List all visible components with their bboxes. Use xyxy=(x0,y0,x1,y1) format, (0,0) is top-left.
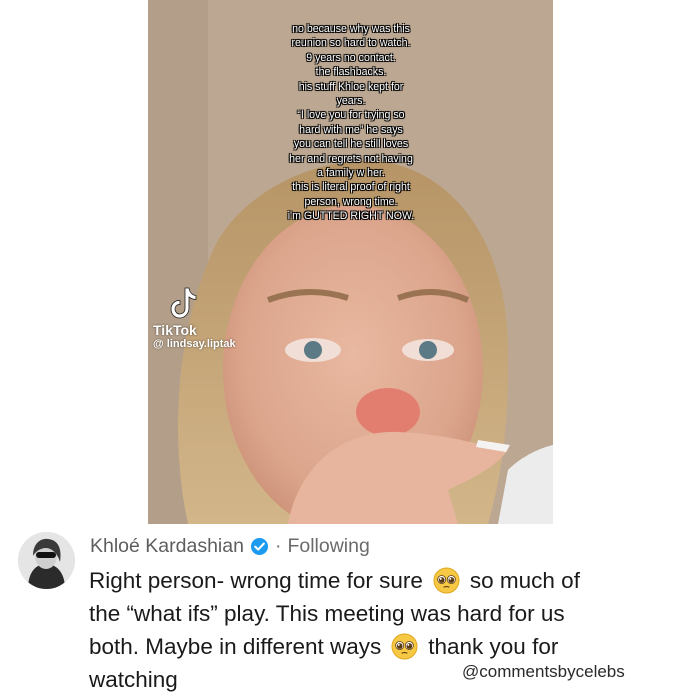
caption-line: “I love you for trying so xyxy=(297,109,405,122)
pleading-face-emoji-icon xyxy=(433,567,460,594)
caption-line: the flashbacks. xyxy=(315,66,387,79)
avatar[interactable] xyxy=(18,532,75,589)
video-caption-overlay: no because why was this reunion so hard … xyxy=(266,22,436,224)
caption-line: years. xyxy=(336,95,366,108)
follow-status[interactable]: Following xyxy=(287,535,369,558)
comment-text: both. Maybe in different ways xyxy=(89,634,382,659)
avatar-image xyxy=(18,532,75,589)
tiktok-handle: @ lindsay.liptak xyxy=(153,338,236,350)
caption-line: this is literal proof of right xyxy=(292,181,410,194)
separator-dot: · xyxy=(274,534,282,557)
caption-line: his stuff Khloe kept for xyxy=(298,80,404,93)
comment-line: both. Maybe in different ways thank you … xyxy=(89,630,669,663)
comment-author[interactable]: Khloé Kardashian xyxy=(90,535,244,558)
comment-card: Khloé Kardashian · Following Right perso… xyxy=(0,524,700,700)
comment-text: watching xyxy=(89,667,178,692)
caption-line: person, wrong time. xyxy=(304,195,398,208)
comment-text: the “what ifs” play. This meeting was ha… xyxy=(89,601,565,626)
comment-header: Khloé Kardashian · Following xyxy=(90,534,370,558)
comment-line: Right person- wrong time for sure so muc… xyxy=(89,564,669,597)
comment-text: thank you for xyxy=(428,634,559,659)
verified-badge-icon xyxy=(250,537,269,555)
pleading-face-emoji-icon xyxy=(391,633,418,660)
caption-line: hard with me” he says xyxy=(299,123,403,136)
tiktok-logo-icon xyxy=(170,287,197,319)
comment-line: the “what ifs” play. This meeting was ha… xyxy=(89,597,669,630)
caption-line: you can tell he still loves xyxy=(293,138,409,151)
caption-line: 9 years no contact. xyxy=(306,51,396,64)
caption-line: her and regrets not having xyxy=(289,152,413,165)
video-thumbnail[interactable]: no because why was this reunion so hard … xyxy=(148,0,553,524)
source-watermark: @commentsbycelebs xyxy=(462,662,625,681)
caption-line: no because why was this xyxy=(292,23,410,35)
caption-line: i'm GUTTED RIGHT NOW. xyxy=(287,210,415,223)
caption-line: a family w her. xyxy=(317,167,385,180)
comment-text: so much of xyxy=(469,568,580,593)
caption-line: reunion so hard to watch. xyxy=(291,37,411,50)
comment-text: Right person- wrong time for sure xyxy=(89,568,423,593)
tiktok-label: TikTok xyxy=(153,322,197,338)
